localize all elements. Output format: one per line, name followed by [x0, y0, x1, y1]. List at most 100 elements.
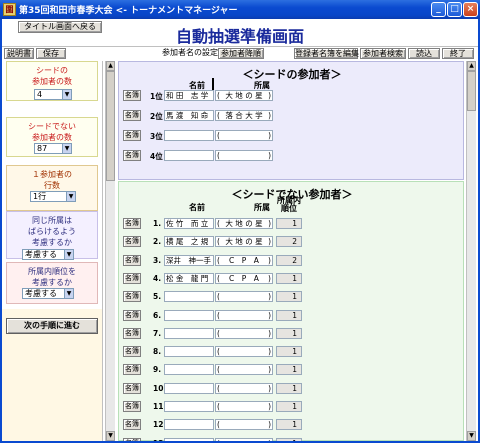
help-button[interactable]: 説明書 [4, 48, 34, 59]
roster-button[interactable]: 名簿 [123, 110, 141, 121]
nonseed-aff-field[interactable]: (大 地 の 星) [215, 218, 273, 229]
nonseed-order-field[interactable]: 1 [276, 364, 302, 376]
nonseed-order-field[interactable]: 1 [276, 309, 302, 321]
nonseed-order-field[interactable]: 1 [276, 346, 302, 358]
nonseed-name-field[interactable] [164, 437, 214, 441]
paren-open: ( [217, 402, 220, 411]
nonseed-name-field[interactable] [164, 346, 214, 358]
roster-button[interactable]: 名簿 [123, 254, 141, 266]
roster-button[interactable]: 名簿 [123, 309, 141, 321]
nonseed-aff-field[interactable]: () [215, 327, 273, 339]
nonseed-name-field[interactable] [164, 327, 214, 339]
roster-button[interactable]: 名簿 [123, 364, 141, 376]
affiliation-order-select[interactable]: 考慮する ▼ [22, 288, 74, 299]
seed-name-field[interactable]: 馬 渡 知 命 [164, 110, 214, 121]
nonseed-name-field[interactable]: 深井 神一手 [164, 254, 214, 266]
seed-section: ＜シードの参加者＞ 名前 所属 名簿 1位和 田 志 学(大 地 の 星) 名簿 2位… [118, 61, 464, 180]
paren-close: ) [268, 237, 271, 247]
nonseed-order-field[interactable]: 1 [276, 437, 302, 441]
roster-button[interactable]: 名簿 [123, 218, 141, 229]
left-scrollbar[interactable]: ▲ ▼ [105, 61, 115, 441]
nonseed-name-field[interactable] [164, 382, 214, 394]
nonseed-order-field[interactable]: 1 [276, 401, 302, 412]
nonseed-aff-field[interactable]: () [215, 309, 273, 321]
nonseed-order-field[interactable]: 1 [276, 327, 302, 339]
nonseed-name-field[interactable] [164, 401, 214, 412]
next-step-button[interactable]: 次の手順に進む [6, 318, 98, 334]
nonseed-name-field[interactable]: 横 尾 之 規 [164, 236, 214, 248]
rows-per-participant-group: １参加者の 行数 [6, 165, 98, 211]
exit-button[interactable]: 終了 [442, 48, 474, 59]
roster-button[interactable]: 名簿 [123, 272, 141, 284]
nonseed-aff-field[interactable]: () [215, 346, 273, 358]
nonseed-name-field[interactable] [164, 419, 214, 431]
scroll-down-icon[interactable]: ▼ [106, 431, 115, 441]
nonseed-name-field[interactable] [164, 364, 214, 376]
seed-aff-field[interactable]: () [215, 150, 273, 161]
scroll-down-icon[interactable]: ▼ [467, 431, 476, 441]
nonseed-aff-field[interactable]: () [215, 382, 273, 394]
right-scrollbar[interactable]: ▲ ▼ [466, 61, 476, 441]
nonseed-order-field[interactable]: 1 [276, 291, 302, 303]
nonseed-count-select[interactable]: 87 ▼ [34, 143, 72, 154]
nonseed-aff-field[interactable]: (C P A) [215, 254, 273, 266]
nonseed-order-field[interactable]: 1 [276, 382, 302, 394]
nonseed-rank: 7. [153, 328, 162, 338]
roster-button[interactable]: 名簿 [123, 130, 141, 141]
close-button[interactable]: × [463, 2, 478, 17]
nonseed-order-field[interactable]: 1 [276, 218, 302, 229]
scroll-up-icon[interactable]: ▲ [106, 61, 115, 71]
seed-count-select[interactable]: 4 ▼ [34, 89, 72, 100]
seed-aff-field[interactable]: (落 合 大 学) [215, 110, 273, 121]
seed-name-field[interactable] [164, 130, 214, 141]
roster-button[interactable]: 名簿 [123, 327, 141, 339]
seed-aff-field[interactable]: () [215, 130, 273, 141]
nonseed-aff-field[interactable]: () [215, 291, 273, 303]
nonseed-rank: 3. [153, 255, 162, 265]
load-button[interactable]: 読込 [408, 48, 440, 59]
scroll-up-icon[interactable]: ▲ [467, 61, 476, 71]
seed-aff-field[interactable]: (大 地 の 星) [215, 90, 273, 101]
nonseed-aff-field[interactable]: () [215, 364, 273, 376]
nonseed-aff-field[interactable]: (大 地 の 星) [215, 236, 273, 248]
roster-button[interactable]: 名簿 [123, 437, 141, 441]
scroll-thumb[interactable] [106, 71, 115, 181]
edit-registered-names-button[interactable]: 登録者名簿を編集 [294, 48, 359, 59]
nonseed-order-field[interactable]: 1 [276, 419, 302, 431]
rows-per-participant-select[interactable]: 1行 ▼ [30, 191, 76, 202]
roster-button[interactable]: 名簿 [123, 90, 141, 101]
maximize-button[interactable]: □ [447, 2, 462, 17]
minimize-button[interactable]: _ [431, 2, 446, 17]
participant-search-button[interactable]: 参加者検索 [360, 48, 406, 59]
roster-button[interactable]: 名簿 [123, 346, 141, 358]
chevron-down-icon: ▼ [62, 90, 71, 99]
nonseed-rank: 5. [153, 292, 162, 302]
nonseed-name-field[interactable] [164, 309, 214, 321]
nonseed-order-field[interactable]: 2 [276, 254, 302, 266]
paren-close: ) [268, 420, 271, 430]
roster-button[interactable]: 名簿 [123, 382, 141, 394]
spread-affiliation-select[interactable]: 考慮する ▼ [22, 249, 74, 260]
seed-name-field[interactable] [164, 150, 214, 161]
nonseed-name-field[interactable]: 佐 竹 而 立 [164, 218, 214, 229]
nonseed-aff-field[interactable]: () [215, 401, 273, 412]
roster-button[interactable]: 名簿 [123, 150, 141, 161]
save-button[interactable]: 保存 [36, 48, 66, 59]
spread-label-3: 考慮するか [32, 238, 72, 247]
seed-name-field[interactable]: 和 田 志 学 [164, 90, 214, 101]
nonseed-aff-field[interactable]: () [215, 419, 273, 431]
scroll-thumb[interactable] [467, 71, 476, 111]
chevron-down-icon: ▼ [64, 250, 73, 259]
nonseed-aff-field[interactable]: () [215, 437, 273, 441]
paren-close: ) [268, 347, 271, 357]
roster-button[interactable]: 名簿 [123, 419, 141, 431]
nonseed-name-field[interactable]: 松 金 龍 門 [164, 272, 214, 284]
nonseed-aff-field[interactable]: (C P A) [215, 272, 273, 284]
nonseed-name-field[interactable] [164, 291, 214, 303]
participant-order-button[interactable]: 参加者降順 [218, 48, 264, 59]
nonseed-order-field[interactable]: 1 [276, 272, 302, 284]
nonseed-order-field[interactable]: 2 [276, 236, 302, 248]
roster-button[interactable]: 名簿 [123, 401, 141, 412]
roster-button[interactable]: 名簿 [123, 291, 141, 303]
roster-button[interactable]: 名簿 [123, 236, 141, 248]
